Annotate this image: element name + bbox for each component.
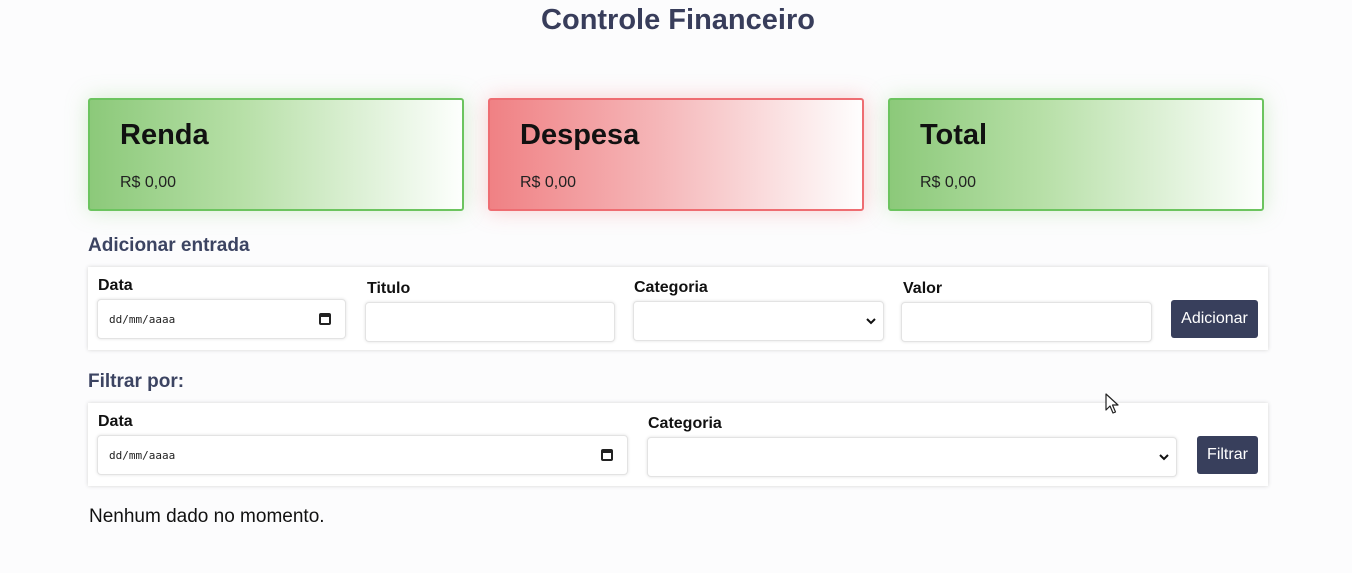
total-card-title: Total [920, 119, 988, 151]
filter-date-input[interactable]: dd/mm/aaaa [97, 435, 628, 475]
add-value-label: Valor [903, 280, 943, 297]
income-card-title: Renda [120, 119, 209, 151]
expense-card-value: R$ 0,00 [520, 174, 577, 191]
mouse-cursor-icon [1105, 393, 1119, 414]
add-date-label: Data [98, 277, 133, 294]
calendar-icon[interactable] [601, 449, 613, 461]
add-entry-button[interactable]: Adicionar [1171, 300, 1258, 338]
income-card: Renda R$ 0,00 [88, 98, 464, 211]
add-category-select[interactable] [633, 301, 884, 341]
filter-date-label: Data [98, 413, 133, 430]
add-value-input[interactable] [901, 302, 1152, 342]
income-card-value: R$ 0,00 [120, 174, 177, 191]
filter-form: Data dd/mm/aaaa Categoria Filtrar [88, 403, 1268, 486]
page-title: Controle Financeiro [541, 4, 815, 36]
total-card: Total R$ 0,00 [888, 98, 1264, 211]
filter-category-label: Categoria [648, 415, 722, 432]
total-card-value: R$ 0,00 [920, 174, 977, 191]
add-title-input[interactable] [365, 302, 615, 342]
chevron-down-icon [1159, 454, 1169, 461]
add-title-label: Titulo [367, 280, 411, 297]
filter-date-placeholder: dd/mm/aaaa [109, 449, 176, 462]
expense-card-title: Despesa [520, 119, 640, 151]
add-entry-form: Data dd/mm/aaaa Titulo Categoria Valor A… [88, 267, 1268, 350]
expense-card: Despesa R$ 0,00 [488, 98, 864, 211]
add-date-input[interactable]: dd/mm/aaaa [97, 299, 346, 339]
empty-state-message: Nenhum dado no momento. [89, 506, 325, 527]
add-entry-heading: Adicionar entrada [88, 235, 250, 256]
filter-button[interactable]: Filtrar [1197, 436, 1258, 474]
add-date-placeholder: dd/mm/aaaa [109, 313, 176, 326]
add-category-label: Categoria [634, 279, 708, 296]
calendar-icon[interactable] [319, 313, 331, 325]
filter-heading: Filtrar por: [88, 371, 185, 392]
filter-category-select[interactable] [647, 437, 1177, 477]
chevron-down-icon [866, 318, 876, 325]
